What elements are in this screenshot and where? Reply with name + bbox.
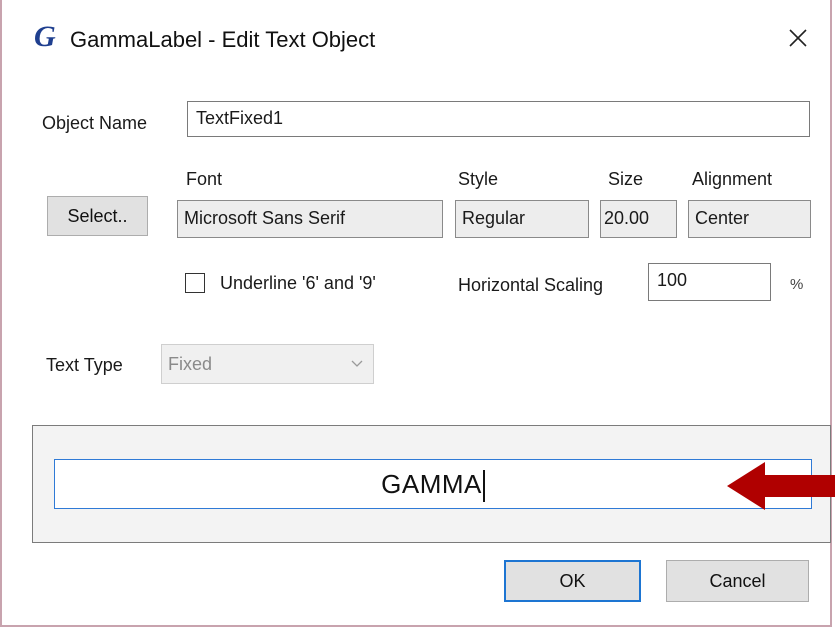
- style-header: Style: [458, 169, 499, 189]
- alignment-value-field: Center: [688, 200, 811, 238]
- text-type-select[interactable]: Fixed: [161, 344, 374, 384]
- percent-label: %: [790, 276, 804, 293]
- preview-text: GAMMA: [381, 469, 482, 499]
- edit-text-object-dialog: G GammaLabel - Edit Text Object Object N…: [0, 0, 835, 627]
- text-type-selected: Fixed: [168, 354, 213, 374]
- close-button[interactable]: [780, 20, 816, 56]
- style-value-field: Regular: [455, 200, 589, 238]
- preview-text-input[interactable]: GAMMA: [54, 459, 812, 509]
- text-type-label: Text Type: [46, 355, 123, 375]
- window-title: GammaLabel - Edit Text Object: [70, 27, 376, 52]
- font-value-field: Microsoft Sans Serif: [177, 200, 443, 238]
- close-icon: [789, 29, 807, 47]
- arrow-left-icon: [727, 462, 835, 510]
- horizontal-scaling-label: Horizontal Scaling: [458, 275, 604, 295]
- text-caret: [482, 470, 485, 503]
- size-header: Size: [608, 169, 644, 189]
- select-font-button[interactable]: Select..: [47, 196, 148, 236]
- size-value-field: 20.00: [600, 200, 677, 238]
- horizontal-scaling-input[interactable]: 100: [648, 263, 771, 301]
- object-name-label: Object Name: [42, 113, 148, 133]
- cancel-button[interactable]: Cancel: [666, 560, 809, 602]
- dialog-body: Object Name TextFixed1 Font Style Size A…: [2, 80, 835, 625]
- gammalabel-logo-icon: G: [34, 20, 56, 53]
- underline-checkbox[interactable]: [185, 273, 205, 293]
- preview-panel: GAMMA: [32, 425, 831, 543]
- object-name-input[interactable]: TextFixed1: [187, 101, 810, 137]
- font-header: Font: [186, 169, 223, 189]
- title-bar: G GammaLabel - Edit Text Object: [2, 0, 830, 80]
- alignment-header: Alignment: [692, 169, 773, 189]
- ok-button[interactable]: OK: [504, 560, 641, 602]
- underline-label: Underline '6' and '9': [220, 273, 376, 293]
- chevron-down-icon: [351, 360, 363, 367]
